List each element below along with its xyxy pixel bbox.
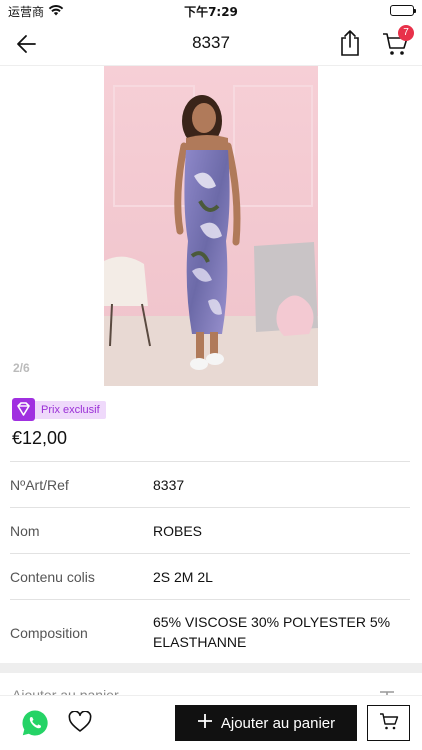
gallery-pager: 2/6: [13, 361, 30, 375]
bottom-action-bar: Ajouter au panier: [0, 695, 422, 750]
spec-label: Composition: [10, 625, 88, 641]
spec-value: 8337: [153, 477, 185, 493]
spec-value: ROBES: [153, 523, 203, 539]
spec-value: 65% VISCOSE 30% POLYESTER 5% ELASTHANNE: [153, 614, 391, 650]
spec-label: Nom: [10, 523, 40, 539]
status-bar: 运营商 下午7:29: [0, 0, 422, 22]
spec-label: NºArt/Ref: [10, 477, 69, 493]
partial-row[interactable]: Ajouter au panier: [0, 673, 422, 695]
plus-icon: [197, 713, 213, 733]
product-photo[interactable]: [104, 66, 318, 386]
partial-row-label: Ajouter au panier: [12, 687, 119, 695]
cart-count-badge: 7: [398, 25, 414, 41]
whatsapp-icon[interactable]: [21, 709, 49, 737]
spec-label: Contenu colis: [10, 569, 95, 585]
spec-row-package: Contenu colis 2S 2M 2L: [10, 553, 410, 599]
product-price: €12,00: [12, 428, 68, 448]
section-divider: [0, 663, 422, 673]
diamond-icon: [12, 398, 35, 421]
exclusive-label: Prix exclusif: [35, 401, 106, 419]
product-specs: NºArt/Ref 8337 Nom ROBES Contenu colis 2…: [10, 461, 410, 665]
cart-button[interactable]: [367, 705, 410, 741]
spec-row-composition: Composition 65% VISCOSE 30% POLYESTER 5%…: [10, 599, 410, 665]
product-gallery[interactable]: 2/6: [0, 66, 422, 388]
cart-icon: [379, 712, 399, 734]
heart-icon[interactable]: [68, 710, 92, 733]
spec-value: 2S 2M 2L: [153, 569, 213, 585]
add-to-cart-label: Ajouter au panier: [220, 714, 336, 732]
battery-icon: [390, 5, 416, 16]
spec-row-ref: NºArt/Ref 8337: [10, 461, 410, 507]
clock: 下午7:29: [184, 5, 238, 19]
spec-row-name: Nom ROBES: [10, 507, 410, 553]
share-icon[interactable]: [337, 29, 363, 57]
add-to-cart-button[interactable]: Ajouter au panier: [175, 705, 357, 741]
nav-bar: 8337 7: [0, 22, 422, 66]
